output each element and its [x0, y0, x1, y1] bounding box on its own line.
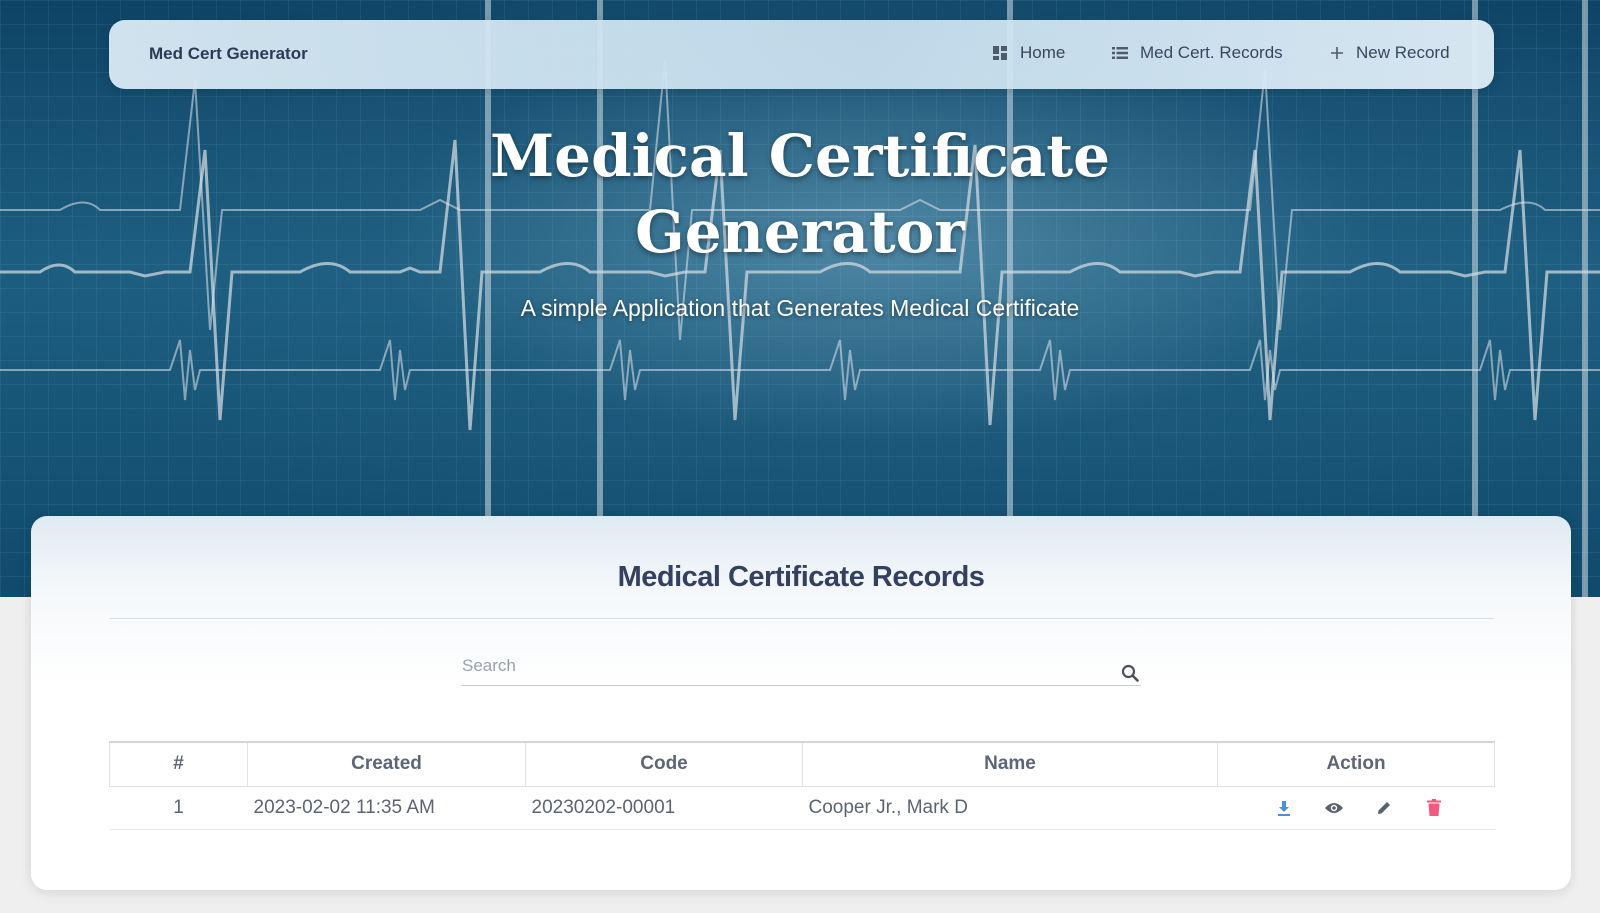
col-header-num: #: [109, 741, 248, 787]
table-row: 1 2023-02-02 11:35 AM 20230202-00001 Coo…: [109, 786, 1495, 830]
cell-actions: [1217, 786, 1495, 830]
list-icon: [1112, 47, 1128, 59]
top-navbar: Med Cert Generator Home Med Cert. Record…: [109, 20, 1494, 89]
search-input[interactable]: [461, 646, 1141, 686]
download-icon: [1278, 800, 1290, 816]
edit-button[interactable]: [1374, 798, 1394, 818]
brand-link[interactable]: Med Cert Generator: [149, 44, 308, 64]
dashboard-icon: [993, 46, 1007, 60]
nav-home-label: Home: [1020, 43, 1066, 62]
col-header-code: Code: [525, 741, 803, 787]
hero-title-line2: Generator: [635, 198, 965, 266]
nav-med-cert-records[interactable]: Med Cert. Records: [1112, 43, 1283, 63]
plus-icon: [1331, 47, 1343, 59]
nav-records-label: Med Cert. Records: [1140, 43, 1283, 62]
nav-new-record[interactable]: New Record: [1330, 43, 1450, 63]
trash-icon: [1427, 799, 1441, 816]
col-header-created: Created: [247, 741, 526, 787]
records-title: Medical Certificate Records: [617, 561, 985, 593]
delete-button[interactable]: [1424, 798, 1444, 818]
cell-code: 20230202-00001: [525, 786, 803, 830]
hero-banner: Med Cert Generator Home Med Cert. Record…: [0, 0, 1600, 597]
col-header-name: Name: [802, 741, 1218, 787]
records-card: Medical Certificate Records # Created Co…: [31, 516, 1571, 890]
hero-title: Medical Certificate Generator: [0, 118, 1600, 270]
divider: [109, 618, 1494, 619]
cell-created: 2023-02-02 11:35 AM: [247, 786, 526, 830]
records-table: # Created Code Name Action 1 2023-02-02 …: [109, 741, 1495, 830]
cell-name: Cooper Jr., Mark D: [802, 786, 1218, 830]
table-header-row: # Created Code Name Action: [109, 741, 1495, 787]
cell-num: 1: [109, 786, 248, 830]
nav-new-record-label: New Record: [1356, 43, 1450, 62]
search-icon[interactable]: [1121, 664, 1139, 682]
hero-title-line1: Medical Certificate: [489, 122, 1111, 190]
nav-home[interactable]: Home: [992, 43, 1065, 63]
download-button[interactable]: [1274, 798, 1294, 818]
pencil-icon: [1378, 801, 1390, 814]
col-header-action: Action: [1217, 741, 1495, 787]
eye-icon: [1325, 802, 1343, 813]
hero-subtitle: A simple Application that Generates Medi…: [520, 295, 1080, 321]
view-button[interactable]: [1324, 798, 1344, 818]
